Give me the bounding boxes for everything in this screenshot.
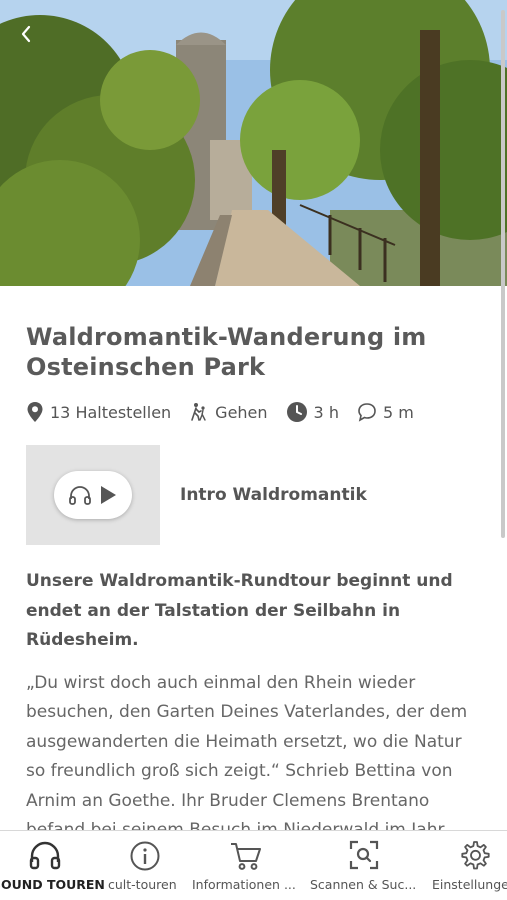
audio-title: Intro Waldromantik [180,485,367,505]
tour-lead: Unsere Waldromantik-Rundtour beginnt und… [26,571,453,650]
stops-count: 13 Haltestellen [50,402,172,422]
info-icon [130,841,160,871]
location-pin-icon [27,402,43,422]
tab-label: cult-touren [108,877,177,892]
hiking-icon [191,403,206,421]
speech-bubble-icon [358,403,376,422]
tab-label: Scannen & Suc... [310,877,417,892]
tab-label: Einstellungen [432,877,507,892]
tab-informationen[interactable]: Informationen ... [192,831,296,900]
play-icon [101,486,116,504]
tour-detail: Waldromantik-Wanderung im Osteinschen Pa… [26,286,486,839]
hero-image [0,0,507,286]
tab-sound-touren[interactable]: SOUND TOUREN [0,831,105,900]
tab-einstellungen[interactable]: Einstellungen [432,831,507,900]
stops-info: 13 Haltestellen [26,401,171,423]
tour-meta: 13 Haltestellen Gehen 3 h 5 m [26,399,486,425]
tab-scannen-suchen[interactable]: Scannen & Suc... [310,831,416,900]
comments-label: 5 m [382,402,414,422]
headphones-icon [69,486,91,505]
tab-label: SOUND TOUREN [0,877,105,892]
tour-title: Waldromantik-Wanderung im Osteinschen Pa… [26,323,427,381]
chevron-left-icon [21,25,31,43]
play-audio-button[interactable] [54,471,132,519]
duration-info: 3 h [286,401,339,423]
mode-label: Gehen [215,402,268,422]
tab-cult-touren[interactable]: cult-touren [100,831,190,900]
scan-icon [349,840,379,870]
audio-intro-row[interactable]: Intro Waldromantik [26,445,486,545]
duration-label: 3 h [313,402,339,422]
audio-thumbnail [26,445,160,545]
clock-icon [286,402,307,422]
bottom-tab-bar: SOUND TOUREN cult-touren Informationen .… [0,830,507,900]
cart-icon [231,843,261,870]
mode-info: Gehen [189,402,268,422]
comments-info: 5 m [357,402,414,422]
tab-label: Informationen ... [192,877,296,892]
back-button[interactable] [12,20,40,48]
gear-icon [461,841,490,870]
tour-description: „Du wirst doch auch einmal den Rhein wie… [26,672,468,839]
headphones-icon [29,841,61,870]
scrollbar[interactable] [501,10,505,538]
